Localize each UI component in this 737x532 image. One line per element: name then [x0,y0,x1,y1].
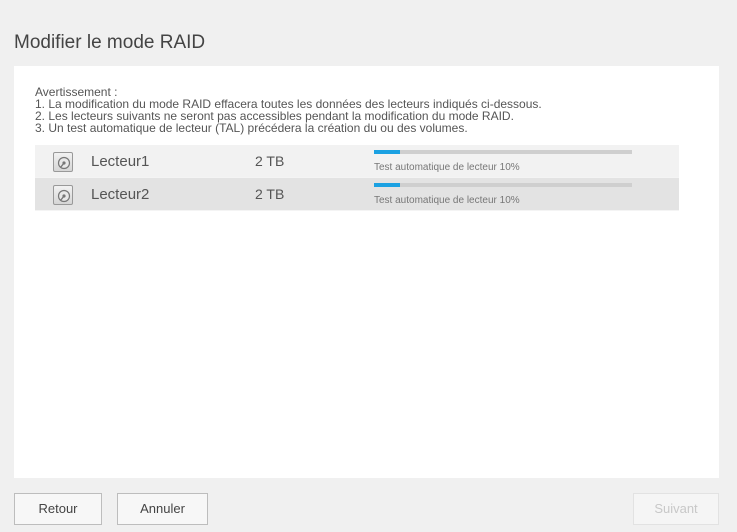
next-button[interactable]: Suivant [633,493,719,525]
drive-row: Lecteur2 2 TB Test automatique de lecteu… [35,178,679,211]
drive-name: Lecteur1 [91,153,150,170]
drive-list: Lecteur1 2 TB Test automatique de lecteu… [35,145,679,211]
page-title: Modifier le mode RAID [14,32,206,53]
warning-line-3: 3. Un test automatique de lecteur (TAL) … [35,121,468,135]
drive-progress-bar [374,150,632,154]
drive-progress-fill [374,150,400,154]
drive-row: Lecteur1 2 TB Test automatique de lecteu… [35,145,679,178]
drive-name: Lecteur2 [91,186,150,203]
content-panel: Avertissement : 1. La modification du mo… [14,66,719,478]
drive-size: 2 TB [255,153,285,169]
hard-drive-icon [53,152,73,172]
hard-drive-icon [53,185,73,205]
drive-status: Test automatique de lecteur 10% [374,162,520,173]
drive-progress-bar [374,183,632,187]
cancel-button[interactable]: Annuler [117,493,208,525]
drive-progress-fill [374,183,400,187]
drive-status: Test automatique de lecteur 10% [374,195,520,206]
drive-size: 2 TB [255,186,285,202]
back-button[interactable]: Retour [14,493,102,525]
warning-block: Avertissement : 1. La modification du mo… [35,86,542,134]
